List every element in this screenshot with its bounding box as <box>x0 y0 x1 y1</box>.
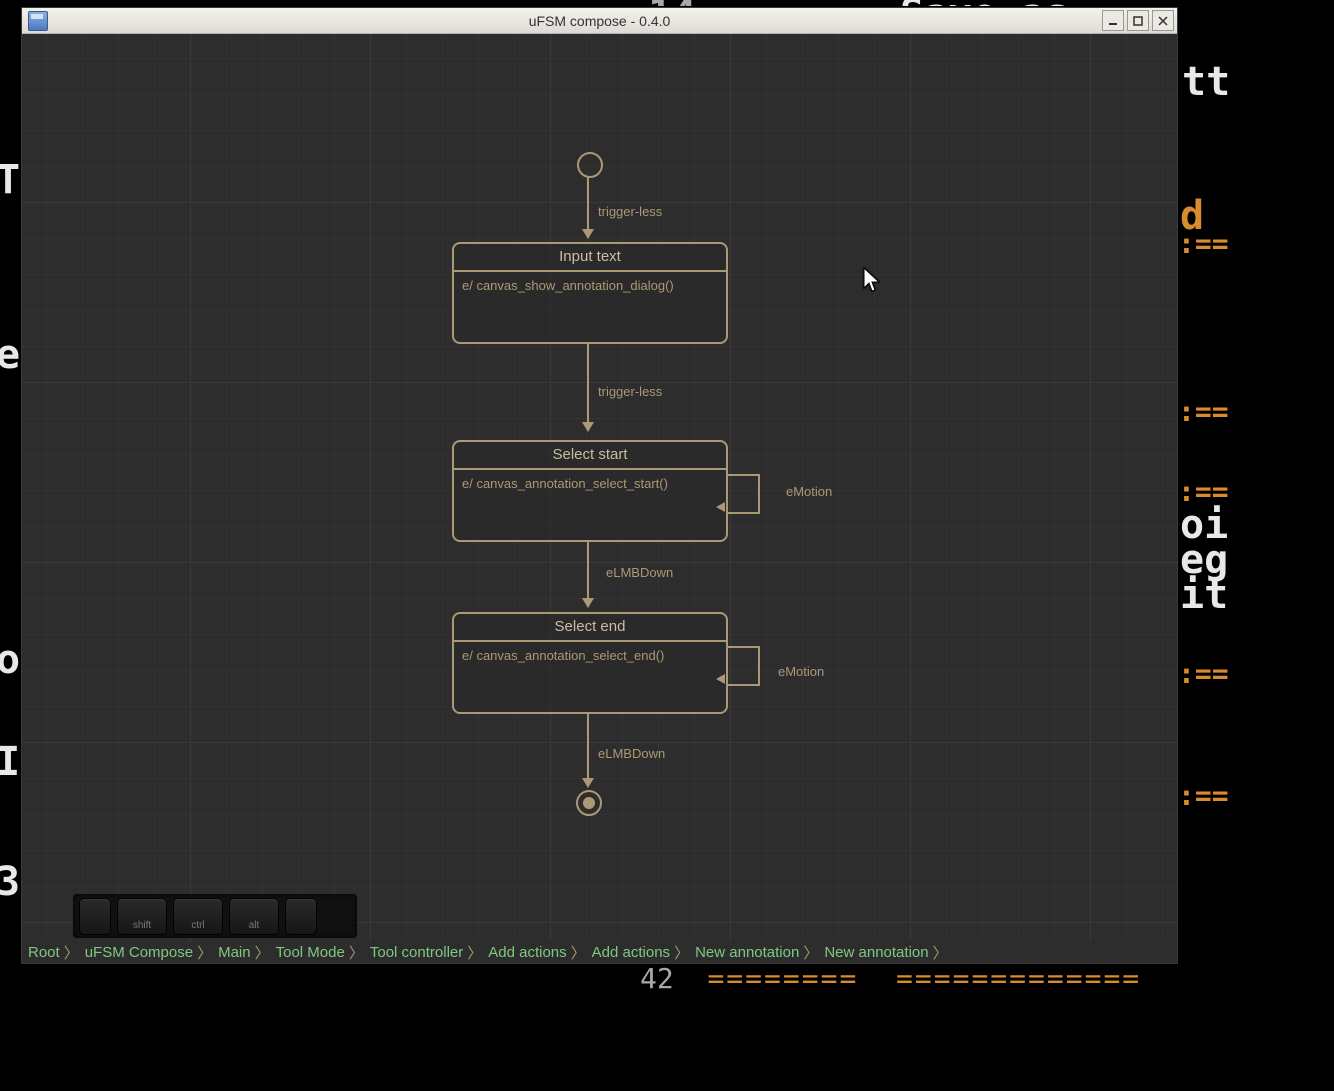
state-body: e/ canvas_annotation_select_start() <box>454 470 726 497</box>
key-indicator-shift: shift <box>117 898 167 935</box>
state-title: Select start <box>454 442 726 470</box>
arrow-icon <box>582 778 594 788</box>
bg-text: e <box>0 335 20 375</box>
key-indicator-blank <box>285 898 317 935</box>
state-select-start[interactable]: Select start e/ canvas_annotation_select… <box>452 440 728 542</box>
transition-line[interactable] <box>587 342 589 424</box>
arrow-icon <box>582 422 594 432</box>
transition-label[interactable]: trigger-less <box>598 384 662 399</box>
chevron-right-icon: 〉 <box>348 942 364 963</box>
transition-label[interactable]: eLMBDown <box>598 746 665 761</box>
transition-line[interactable] <box>587 712 589 780</box>
chevron-right-icon: 〉 <box>932 942 948 963</box>
arrow-icon <box>716 674 725 684</box>
chevron-right-icon: 〉 <box>673 942 689 963</box>
window-title: uFSM compose - 0.4.0 <box>22 13 1177 29</box>
breadcrumb-item[interactable]: New annotation <box>689 944 802 961</box>
transition-line[interactable] <box>587 540 589 600</box>
app-icon <box>28 11 48 31</box>
chevron-right-icon: 〉 <box>254 942 270 963</box>
breadcrumb-item[interactable]: Add actions <box>482 944 569 961</box>
arrow-icon <box>716 502 725 512</box>
breadcrumb-item[interactable]: Tool controller <box>364 944 466 961</box>
bg-text: it <box>1180 575 1228 615</box>
breadcrumb-item[interactable]: Tool Mode <box>270 944 348 961</box>
bg-text: 3 <box>0 862 20 902</box>
modifier-key-tray: shift ctrl alt <box>73 894 357 938</box>
state-body: e/ canvas_show_annotation_dialog() <box>454 272 726 299</box>
maximize-button[interactable] <box>1127 10 1149 31</box>
state-input-text[interactable]: Input text e/ canvas_show_annotation_dia… <box>452 242 728 344</box>
cursor-icon <box>862 266 882 299</box>
transition-label[interactable]: trigger-less <box>598 204 662 219</box>
transition-label[interactable]: eMotion <box>778 664 824 679</box>
app-window: uFSM compose - 0.4.0 trigger-less Input … <box>21 7 1178 964</box>
arrow-icon <box>582 598 594 608</box>
chevron-right-icon: 〉 <box>570 942 586 963</box>
state-title: Select end <box>454 614 726 642</box>
chevron-right-icon: 〉 <box>802 942 818 963</box>
close-button[interactable] <box>1152 10 1174 31</box>
bg-text: oi <box>1180 505 1228 545</box>
chevron-right-icon: 〉 <box>196 942 212 963</box>
self-transition[interactable] <box>726 474 760 514</box>
chevron-right-icon: 〉 <box>63 942 79 963</box>
diagram-canvas[interactable]: trigger-less Input text e/ canvas_show_a… <box>22 34 1177 963</box>
breadcrumb-item[interactable]: Root <box>22 944 63 961</box>
transition-label[interactable]: eMotion <box>786 484 832 499</box>
breadcrumb-item[interactable]: Main <box>212 944 254 961</box>
transition-line[interactable] <box>587 176 589 231</box>
bg-text: tt <box>1182 62 1230 102</box>
titlebar[interactable]: uFSM compose - 0.4.0 <box>22 8 1177 34</box>
transition-label[interactable]: eLMBDown <box>606 565 673 580</box>
breadcrumb-item[interactable]: Add actions <box>586 944 673 961</box>
state-select-end[interactable]: Select end e/ canvas_annotation_select_e… <box>452 612 728 714</box>
chevron-right-icon: 〉 <box>466 942 482 963</box>
state-body: e/ canvas_annotation_select_end() <box>454 642 726 669</box>
state-title: Input text <box>454 244 726 272</box>
self-transition[interactable] <box>726 646 760 686</box>
arrow-icon <box>582 229 594 239</box>
breadcrumb-item[interactable]: uFSM Compose <box>79 944 196 961</box>
breadcrumb: Root〉 uFSM Compose〉 Main〉 Tool Mode〉 Too… <box>22 941 1177 963</box>
final-state[interactable] <box>576 790 602 816</box>
key-indicator-blank <box>79 898 111 935</box>
key-indicator-ctrl: ctrl <box>173 898 223 935</box>
minimize-button[interactable] <box>1102 10 1124 31</box>
key-indicator-alt: alt <box>229 898 279 935</box>
breadcrumb-item[interactable]: New annotation <box>818 944 931 961</box>
bg-text: eg <box>1180 540 1228 580</box>
bg-status-line: 42 ======== ============= <box>640 962 1141 995</box>
initial-state[interactable] <box>577 152 603 178</box>
bg-text: d <box>1180 196 1204 236</box>
